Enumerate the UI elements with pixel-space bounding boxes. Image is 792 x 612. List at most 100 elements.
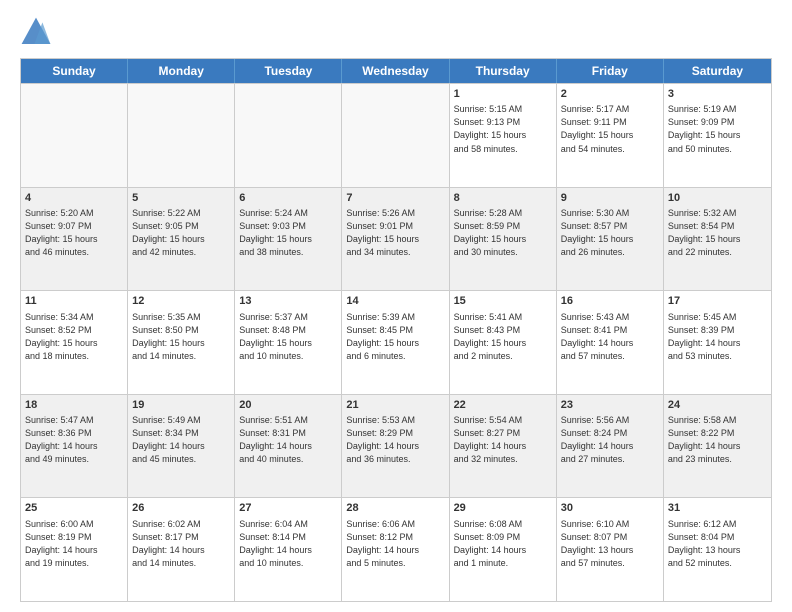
calendar-cell-day-9: 9Sunrise: 5:30 AM Sunset: 8:57 PM Daylig… (557, 188, 664, 291)
day-number: 22 (454, 398, 552, 413)
day-number: 27 (239, 501, 337, 516)
header (20, 16, 772, 48)
cell-info: Sunrise: 5:58 AM Sunset: 8:22 PM Dayligh… (668, 414, 767, 466)
logo (20, 16, 56, 48)
day-number: 2 (561, 87, 659, 102)
day-number: 3 (668, 87, 767, 102)
day-number: 4 (25, 191, 123, 206)
calendar-cell-day-24: 24Sunrise: 5:58 AM Sunset: 8:22 PM Dayli… (664, 395, 771, 498)
day-number: 6 (239, 191, 337, 206)
cell-info: Sunrise: 6:12 AM Sunset: 8:04 PM Dayligh… (668, 518, 767, 570)
cell-info: Sunrise: 5:30 AM Sunset: 8:57 PM Dayligh… (561, 207, 659, 259)
cell-info: Sunrise: 5:49 AM Sunset: 8:34 PM Dayligh… (132, 414, 230, 466)
cell-info: Sunrise: 5:32 AM Sunset: 8:54 PM Dayligh… (668, 207, 767, 259)
weekday-header-saturday: Saturday (664, 59, 771, 83)
calendar-cell-day-26: 26 Sunrise: 6:02 AM Sunset: 8:17 PM Dayli… (128, 498, 235, 601)
cell-info: Sunrise: 5:24 AM Sunset: 9:03 PM Dayligh… (239, 207, 337, 259)
cell-info: Sunrise: 6:04 AM Sunset: 8:14 PM Dayligh… (239, 518, 337, 570)
day-number: 28 (346, 501, 444, 516)
calendar-cell-day-28: 28 Sunrise: 6:06 AM Sunset: 8:12 PM Dayli… (342, 498, 449, 601)
calendar-cell-day-10: 10Sunrise: 5:32 AM Sunset: 8:54 PM Dayli… (664, 188, 771, 291)
calendar-cell-day-12: 12Sunrise: 5:35 AM Sunset: 8:50 PM Dayli… (128, 291, 235, 394)
day-number: 5 (132, 191, 230, 206)
calendar-cell-day-1: 1Sunrise: 5:15 AM Sunset: 9:13 PM Daylig… (450, 84, 557, 187)
cell-info: Sunrise: 5:43 AM Sunset: 8:41 PM Dayligh… (561, 311, 659, 363)
cell-info: Sunrise: 5:41 AM Sunset: 8:43 PM Dayligh… (454, 311, 552, 363)
cell-info: Sunrise: 6:06 AM Sunset: 8:12 PM Dayligh… (346, 518, 444, 570)
calendar-cell-empty (128, 84, 235, 187)
day-number: 9 (561, 191, 659, 206)
day-number: 21 (346, 398, 444, 413)
calendar-cell-day-22: 22Sunrise: 5:54 AM Sunset: 8:27 PM Dayli… (450, 395, 557, 498)
day-number: 15 (454, 294, 552, 309)
cell-info: Sunrise: 5:22 AM Sunset: 9:05 PM Dayligh… (132, 207, 230, 259)
cell-info: Sunrise: 5:17 AM Sunset: 9:11 PM Dayligh… (561, 103, 659, 155)
cell-info: Sunrise: 5:20 AM Sunset: 9:07 PM Dayligh… (25, 207, 123, 259)
calendar: SundayMondayTuesdayWednesdayThursdayFrid… (20, 58, 772, 602)
weekday-header-sunday: Sunday (21, 59, 128, 83)
calendar-cell-day-15: 15 Sunrise: 5:41 AM Sunset: 8:43 PM Dayli… (450, 291, 557, 394)
day-number: 23 (561, 398, 659, 413)
calendar-cell-day-6: 6Sunrise: 5:24 AM Sunset: 9:03 PM Daylig… (235, 188, 342, 291)
day-number: 16 (561, 294, 659, 309)
cell-info: Sunrise: 6:10 AM Sunset: 8:07 PM Dayligh… (561, 518, 659, 570)
calendar-row-0: 1Sunrise: 5:15 AM Sunset: 9:13 PM Daylig… (21, 83, 771, 187)
calendar-cell-empty (21, 84, 128, 187)
day-number: 26 (132, 501, 230, 516)
calendar-body: 1Sunrise: 5:15 AM Sunset: 9:13 PM Daylig… (21, 83, 771, 601)
calendar-cell-day-5: 5Sunrise: 5:22 AM Sunset: 9:05 PM Daylig… (128, 188, 235, 291)
weekday-header-tuesday: Tuesday (235, 59, 342, 83)
day-number: 24 (668, 398, 767, 413)
calendar-cell-day-23: 23Sunrise: 5:56 AM Sunset: 8:24 PM Dayli… (557, 395, 664, 498)
day-number: 13 (239, 294, 337, 309)
calendar-header: SundayMondayTuesdayWednesdayThursdayFrid… (21, 59, 771, 83)
calendar-cell-day-2: 2Sunrise: 5:17 AM Sunset: 9:11 PM Daylig… (557, 84, 664, 187)
page: SundayMondayTuesdayWednesdayThursdayFrid… (0, 0, 792, 612)
calendar-cell-empty (342, 84, 449, 187)
cell-info: Sunrise: 5:39 AM Sunset: 8:45 PM Dayligh… (346, 311, 444, 363)
calendar-cell-day-20: 20Sunrise: 5:51 AM Sunset: 8:31 PM Dayli… (235, 395, 342, 498)
weekday-header-friday: Friday (557, 59, 664, 83)
cell-info: Sunrise: 6:08 AM Sunset: 8:09 PM Dayligh… (454, 518, 552, 570)
calendar-cell-day-29: 29 Sunrise: 6:08 AM Sunset: 8:09 PM Dayli… (450, 498, 557, 601)
day-number: 18 (25, 398, 123, 413)
calendar-cell-day-11: 11Sunrise: 5:34 AM Sunset: 8:52 PM Dayli… (21, 291, 128, 394)
weekday-header-wednesday: Wednesday (342, 59, 449, 83)
day-number: 19 (132, 398, 230, 413)
day-number: 1 (454, 87, 552, 102)
cell-info: Sunrise: 5:56 AM Sunset: 8:24 PM Dayligh… (561, 414, 659, 466)
day-number: 31 (668, 501, 767, 516)
calendar-cell-day-13: 13 Sunrise: 5:37 AM Sunset: 8:48 PM Dayli… (235, 291, 342, 394)
cell-info: Sunrise: 5:54 AM Sunset: 8:27 PM Dayligh… (454, 414, 552, 466)
cell-info: Sunrise: 5:28 AM Sunset: 8:59 PM Dayligh… (454, 207, 552, 259)
weekday-header-thursday: Thursday (450, 59, 557, 83)
cell-info: Sunrise: 5:53 AM Sunset: 8:29 PM Dayligh… (346, 414, 444, 466)
day-number: 29 (454, 501, 552, 516)
logo-icon (20, 16, 52, 48)
cell-info: Sunrise: 5:37 AM Sunset: 8:48 PM Dayligh… (239, 311, 337, 363)
day-number: 10 (668, 191, 767, 206)
calendar-cell-day-27: 27 Sunrise: 6:04 AM Sunset: 8:14 PM Dayli… (235, 498, 342, 601)
day-number: 7 (346, 191, 444, 206)
calendar-cell-day-4: 4Sunrise: 5:20 AM Sunset: 9:07 PM Daylig… (21, 188, 128, 291)
calendar-row-1: 4Sunrise: 5:20 AM Sunset: 9:07 PM Daylig… (21, 187, 771, 291)
day-number: 30 (561, 501, 659, 516)
calendar-cell-day-7: 7Sunrise: 5:26 AM Sunset: 9:01 PM Daylig… (342, 188, 449, 291)
day-number: 20 (239, 398, 337, 413)
weekday-header-monday: Monday (128, 59, 235, 83)
cell-info: Sunrise: 5:35 AM Sunset: 8:50 PM Dayligh… (132, 311, 230, 363)
calendar-cell-day-8: 8Sunrise: 5:28 AM Sunset: 8:59 PM Daylig… (450, 188, 557, 291)
day-number: 14 (346, 294, 444, 309)
day-number: 17 (668, 294, 767, 309)
cell-info: Sunrise: 5:15 AM Sunset: 9:13 PM Dayligh… (454, 103, 552, 155)
cell-info: Sunrise: 6:02 AM Sunset: 8:17 PM Dayligh… (132, 518, 230, 570)
calendar-cell-day-19: 19Sunrise: 5:49 AM Sunset: 8:34 PM Dayli… (128, 395, 235, 498)
cell-info: Sunrise: 6:00 AM Sunset: 8:19 PM Dayligh… (25, 518, 123, 570)
cell-info: Sunrise: 5:45 AM Sunset: 8:39 PM Dayligh… (668, 311, 767, 363)
day-number: 11 (25, 294, 123, 309)
calendar-cell-day-14: 14 Sunrise: 5:39 AM Sunset: 8:45 PM Dayli… (342, 291, 449, 394)
day-number: 25 (25, 501, 123, 516)
calendar-cell-day-30: 30 Sunrise: 6:10 AM Sunset: 8:07 PM Dayli… (557, 498, 664, 601)
cell-info: Sunrise: 5:47 AM Sunset: 8:36 PM Dayligh… (25, 414, 123, 466)
calendar-cell-empty (235, 84, 342, 187)
